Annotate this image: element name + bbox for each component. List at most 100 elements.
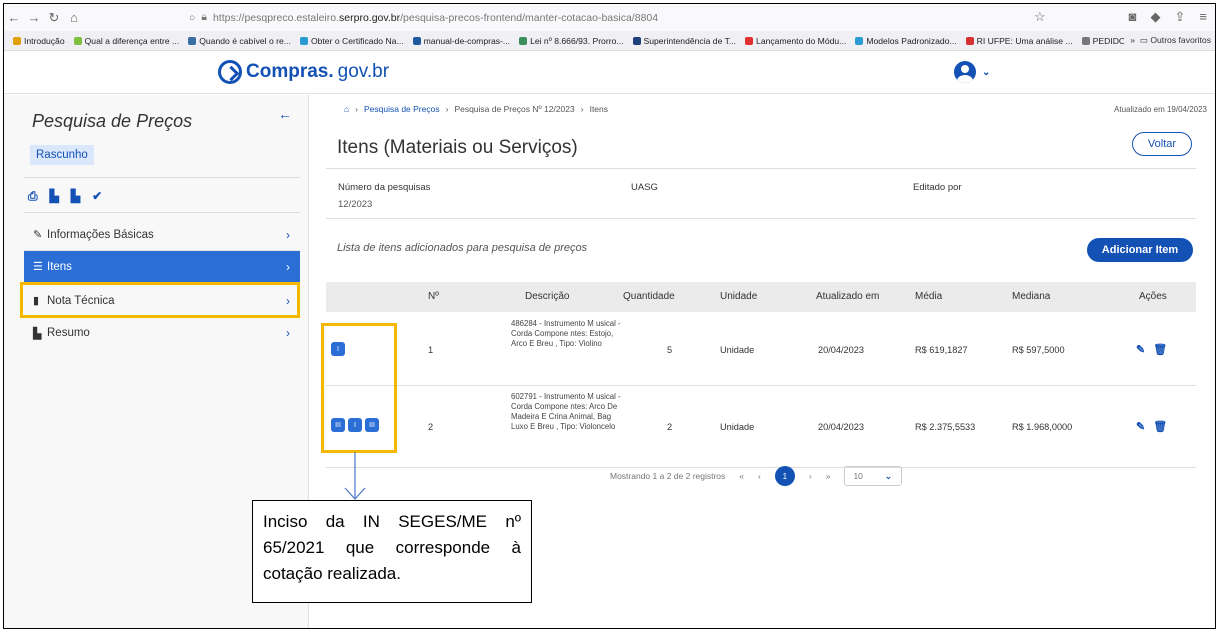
breadcrumb-link-pesquisa-numero[interactable]: Pesquisa de Preços Nº 12/2023 [454, 104, 574, 114]
pagination-summary: Mostrando 1 a 2 de 2 registros [610, 471, 726, 481]
back-button[interactable]: Voltar [1132, 132, 1192, 156]
edit-icon[interactable]: ✎ [1136, 420, 1145, 433]
prev-page-icon[interactable]: ‹ [758, 471, 761, 481]
bookmark-item[interactable]: manual-de-compras-... [412, 36, 510, 46]
bookmark-item[interactable]: Modelos Padronizado... [855, 36, 957, 46]
item-description: 486284 - Instrumento M usical - Corda Co… [511, 319, 621, 348]
compras-logo[interactable]: Compras. gov.br [218, 60, 389, 84]
pocket-icon[interactable]: ◙ [1129, 9, 1137, 25]
sidebar-item-itens[interactable]: ☰ Itens › [24, 251, 300, 283]
divider [24, 177, 300, 178]
uasg-field: UASG [631, 182, 658, 193]
other-bookmarks[interactable]: » ▭ Outros favoritos [1124, 35, 1211, 46]
screenshot-frame: ← → ↻ ⌂ ○ 🔒︎ https://pesqpreco.estaleiro… [3, 3, 1216, 629]
bookmark-favicon-icon [1081, 36, 1090, 45]
bookmark-item[interactable]: Lançamento do Módu... [745, 36, 846, 46]
last-page-icon[interactable]: » [826, 471, 831, 481]
reload-icon[interactable]: ↻ [44, 10, 64, 26]
page-size-value: 10 [853, 471, 863, 481]
chevron-right-icon: › [286, 326, 290, 340]
home-browser-icon[interactable]: ⌂ [64, 10, 84, 25]
bookmark-item[interactable]: Introdução [13, 36, 65, 46]
divider [24, 212, 300, 213]
folder-icon: ▭ [1139, 35, 1148, 45]
pagination: Mostrando 1 a 2 de 2 registros « ‹ 1 › »… [610, 466, 903, 486]
numero-label: Número da pesquisas [338, 182, 431, 193]
numero-value: 12/2023 [338, 199, 373, 210]
share-icon[interactable]: ⇪ [1175, 9, 1186, 25]
user-menu[interactable]: ⌄ [954, 61, 990, 83]
download-pdf-icon[interactable]: ▙ [50, 189, 59, 204]
bookmark-item[interactable]: Superintendência de T... [632, 36, 736, 46]
check-icon[interactable]: ✔ [92, 189, 102, 204]
bookmark-favicon-icon [965, 36, 974, 45]
menu-icon[interactable]: ≡ [1199, 9, 1207, 25]
item-description: 602791 - Instrumento M usical - Corda Co… [511, 392, 621, 431]
item-updated: 20/04/2023 [818, 422, 864, 432]
item-mediana: R$ 597,5000 [1012, 345, 1065, 355]
items-table: Nº Descrição Quantidade Unidade Atualiza… [326, 282, 1196, 468]
bookmark-item[interactable]: Obter o Certificado Na... [299, 36, 404, 46]
page-button-current[interactable]: 1 [774, 466, 795, 486]
back-arrow-icon[interactable]: ← [4, 10, 24, 25]
bookmark-item[interactable]: Lei nº 8.666/93. Prorro... [519, 36, 624, 46]
bookmark-item[interactable]: RI UFPE: Uma análise ... [965, 36, 1073, 46]
table-header: Nº Descrição Quantidade Unidade Atualiza… [326, 282, 1196, 312]
sidebar-toolbar: ⎙ ▙ ▙ ✔ [28, 189, 102, 204]
row-actions: ✎ 🗑︎ [1136, 343, 1167, 356]
sidebar-item-label: Itens [47, 260, 72, 273]
trash-icon[interactable]: 🗑︎ [1153, 420, 1167, 433]
bookmark-item[interactable]: Quando é cabível o re... [188, 36, 291, 46]
sidebar-title: Pesquisa de Preços [32, 111, 193, 131]
item-mediana: R$ 1.968,0000 [1012, 422, 1073, 432]
chevron-right-icon: › [286, 259, 290, 274]
bookmark-item[interactable]: Qual a diferença entre ... [73, 36, 179, 46]
annotation-arrow-icon [344, 452, 366, 500]
collapse-arrow-icon[interactable]: ← [278, 106, 292, 122]
bookmark-favicon-icon [13, 36, 21, 45]
item-number: 1 [428, 345, 434, 355]
bookmark-favicon-icon [632, 36, 641, 45]
site-header: Compras. gov.br ⌄ [4, 52, 1215, 94]
chevron-right-icon: › [286, 227, 290, 242]
highlight-box-incisos [321, 323, 397, 453]
first-page-icon[interactable]: « [739, 471, 744, 481]
table-row: III I III 2 602791 - Instrumento M usica… [326, 386, 1196, 468]
add-item-button[interactable]: Adicionar Item [1087, 238, 1193, 262]
forward-arrow-icon[interactable]: → [24, 10, 44, 25]
bookmark-favicon-icon [188, 36, 197, 45]
bookmarks-bar: Introdução Qual a diferença entre ... Qu… [4, 31, 1215, 51]
edit-icon[interactable]: ✎ [1136, 343, 1145, 356]
bookmark-star-icon[interactable]: ☆ [1034, 9, 1046, 25]
column-header: Atualizado em [816, 291, 880, 302]
column-header: Média [915, 291, 943, 302]
print-icon[interactable]: ⎙ [28, 189, 38, 204]
chevron-down-icon: ⌄ [884, 470, 893, 481]
trash-icon[interactable]: 🗑︎ [1153, 343, 1167, 356]
address-bar[interactable]: ○ 🔒︎ https://pesqpreco.estaleiro.serpro.… [189, 11, 658, 24]
user-avatar-icon [954, 61, 976, 83]
home-icon[interactable]: ⌂ [344, 104, 349, 114]
sidebar-item-resumo[interactable]: ▙ Resumo › [24, 317, 300, 349]
download-file-icon[interactable]: ▙ [71, 189, 80, 204]
breadcrumb-current: Itens [589, 104, 609, 114]
next-page-icon[interactable]: › [809, 471, 812, 481]
annotation-callout: Inciso da IN SEGES/ME nº 65/2021 que cor… [252, 500, 532, 603]
page-size-select[interactable]: 10 ⌄ [844, 466, 903, 486]
divider [326, 218, 1196, 219]
item-number: 2 [428, 422, 434, 432]
item-unit: Unidade [720, 422, 755, 432]
extension-icon[interactable]: ◆ [1151, 9, 1161, 25]
browser-toolbar: ← → ↻ ⌂ ○ 🔒︎ https://pesqpreco.estaleiro… [4, 4, 1215, 31]
sidebar-item-informacoes-basicas[interactable]: ✎ Informações Básicas › [24, 219, 300, 251]
breadcrumb-link-pesquisa[interactable]: Pesquisa de Preços [364, 104, 440, 114]
divider [326, 168, 1196, 169]
column-header: Nº [428, 291, 439, 302]
item-updated: 20/04/2023 [818, 345, 864, 355]
highlight-box-nota-tecnica [20, 282, 300, 318]
item-quantity: 2 [667, 422, 673, 432]
editado-label: Editado por [913, 182, 962, 193]
editado-field: Editado por [913, 182, 962, 193]
bookmark-favicon-icon [855, 36, 864, 45]
lock-icon: 🔒︎ [201, 11, 207, 23]
